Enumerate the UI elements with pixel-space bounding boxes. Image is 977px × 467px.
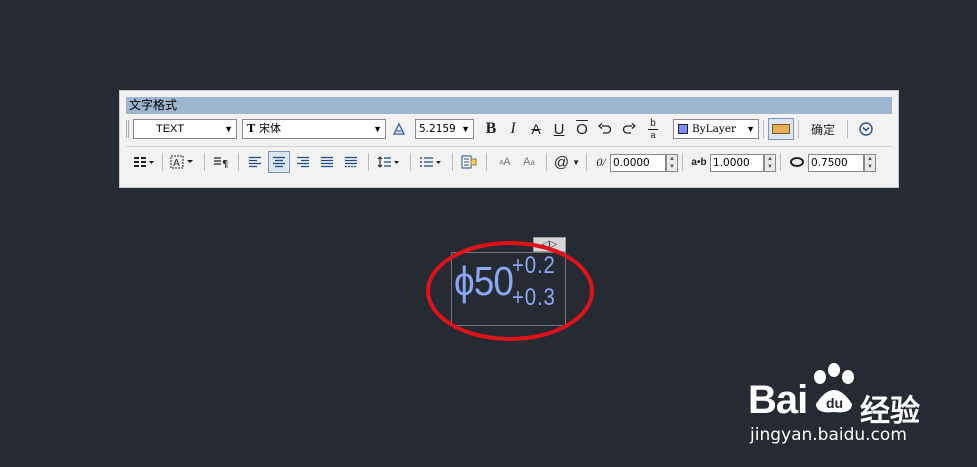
grip-handle[interactable] (126, 120, 129, 138)
numbering-icon (420, 157, 441, 167)
color-value: ByLayer (692, 123, 737, 135)
columns-icon (134, 157, 154, 167)
tracking-icon: a•b (691, 156, 707, 168)
color-dropdown[interactable]: ByLayer ▼ (673, 119, 759, 139)
oblique-angle-spinner[interactable]: ▲ ▼ (666, 154, 678, 172)
justification-icon: A (170, 155, 193, 169)
oblique-angle-icon: 0/ (596, 154, 606, 169)
svg-text:¶: ¶ (222, 159, 228, 168)
text-height-value: 5.2159 (419, 123, 456, 135)
mtext-justification-button[interactable]: A (168, 151, 198, 173)
bold-button[interactable]: B (481, 118, 501, 140)
stack-icon: b (650, 117, 656, 129)
ruler-icon (772, 124, 790, 134)
chevron-down-icon: ▼ (224, 124, 233, 134)
columns-button[interactable] (130, 151, 158, 173)
width-factor-icon (786, 151, 808, 173)
watermark-url: jingyan.baidu.com (750, 425, 907, 445)
toolbar-row-2: A ¶ aA Aa @ ▼ 0/ 0.0000 ▲ ▼ a•b 1.0000 ▲ ▼ (126, 151, 892, 175)
text-height-dropdown[interactable]: 5.2159 ▼ (415, 119, 474, 139)
lowercase-icon: A (523, 156, 531, 168)
overline-button[interactable]: O (572, 118, 592, 140)
width-factor-spinner[interactable]: ▲ ▼ (864, 154, 876, 172)
line-spacing-button[interactable] (374, 151, 404, 173)
insert-field-icon (461, 155, 477, 169)
align-left-button[interactable] (244, 151, 266, 173)
text-format-toolbar: 文字格式 TEXT ▼ T 宋体 ▼ 5.2159 ▼ B I A U O b … (119, 90, 899, 188)
italic-button[interactable]: I (503, 118, 523, 140)
distribute-button[interactable] (340, 151, 362, 173)
truetype-font-icon: T (247, 122, 256, 135)
align-center-button[interactable] (268, 151, 290, 173)
toolbar-title: 文字格式 (126, 97, 892, 114)
ok-button[interactable]: 确定 (806, 118, 840, 140)
width-factor-input[interactable]: 0.7500 (808, 154, 864, 172)
justify-button[interactable] (316, 151, 338, 173)
options-button[interactable] (856, 118, 876, 140)
color-swatch (678, 124, 688, 134)
options-chevron-icon (859, 122, 873, 136)
font-value: 宋体 (259, 122, 281, 135)
toolbar-row-1: TEXT ▼ T 宋体 ▼ 5.2159 ▼ B I A U O b a ByL… (126, 118, 892, 142)
underline-button[interactable]: U (549, 118, 569, 140)
ruler-button[interactable] (768, 118, 794, 140)
svg-text:du: du (826, 395, 843, 411)
align-right-icon (297, 156, 309, 168)
uppercase-button[interactable]: aA (494, 151, 516, 173)
lowercase-button[interactable]: Aa (518, 151, 540, 173)
strikethrough-button[interactable]: A (526, 118, 546, 140)
svg-text:A: A (173, 158, 180, 169)
annotative-icon[interactable] (391, 118, 407, 140)
font-dropdown[interactable]: T 宋体 ▼ (242, 119, 386, 139)
chevron-down-icon: ▼ (461, 124, 470, 134)
highlight-ellipse (426, 241, 594, 341)
paw-logo-icon: du (814, 363, 854, 413)
chevron-down-icon: ▼ (746, 124, 755, 134)
symbol-button[interactable]: @ ▼ (552, 151, 582, 173)
tracking-input[interactable]: 1.0000 (710, 154, 764, 172)
stack-button[interactable]: b a (643, 118, 663, 140)
tracking-spinner[interactable]: ▲ ▼ (764, 154, 776, 172)
align-left-icon (249, 156, 261, 168)
insert-field-button[interactable] (458, 151, 480, 173)
style-value: TEXT (156, 123, 185, 135)
at-symbol-icon: @ (553, 153, 570, 171)
style-dropdown[interactable]: TEXT ▼ (133, 119, 237, 139)
line-spacing-icon (377, 156, 399, 168)
watermark-brand: Bai (748, 378, 808, 422)
distribute-icon (345, 156, 357, 168)
justify-icon (321, 156, 333, 168)
numbering-button[interactable] (416, 151, 446, 173)
oblique-angle-input[interactable]: 0.0000 (610, 154, 666, 172)
redo-button[interactable] (619, 118, 639, 140)
watermark-brand-cn: 经验 (860, 394, 920, 429)
align-right-button[interactable] (292, 151, 314, 173)
paragraph-icon: ¶ (214, 157, 228, 168)
undo-button[interactable] (595, 118, 615, 140)
align-center-icon (273, 156, 285, 168)
paragraph-button[interactable]: ¶ (210, 151, 232, 173)
chevron-down-icon: ▼ (373, 124, 382, 134)
